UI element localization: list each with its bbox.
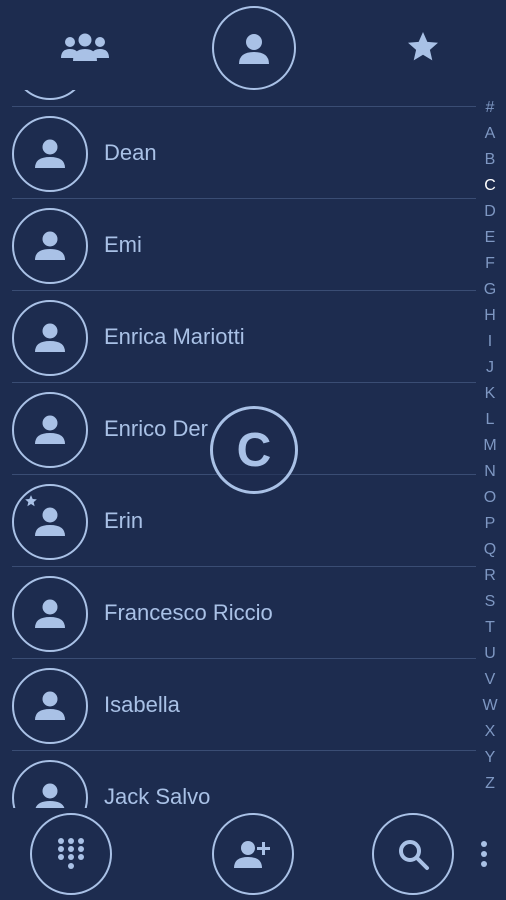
alphabet-index-letter[interactable]: H (480, 306, 500, 326)
favorite-star-icon (25, 495, 37, 507)
avatar (12, 668, 88, 744)
contact-row[interactable]: Emi (0, 199, 476, 291)
avatar (12, 90, 88, 100)
alphabet-index-letter[interactable]: I (480, 332, 500, 352)
more-vert-icon (481, 841, 487, 867)
alphabet-index-letter[interactable]: Y (480, 748, 500, 768)
contact-name: Erin (104, 508, 144, 533)
avatar (12, 116, 88, 192)
list-item-partial[interactable] (0, 90, 476, 106)
contact-row[interactable]: Dean (0, 107, 476, 199)
person-icon (35, 323, 65, 352)
tab-contacts[interactable] (212, 6, 296, 90)
contact-row[interactable]: Enrica Mariotti (0, 291, 476, 383)
alphabet-index-letter[interactable]: N (480, 462, 500, 482)
person-icon (35, 231, 65, 260)
add-contact-button[interactable] (212, 813, 294, 895)
top-tab-bar (0, 0, 506, 100)
alphabet-index-letter[interactable]: E (480, 228, 500, 248)
alphabet-index-letter[interactable]: S (480, 592, 500, 612)
contact-name: Enrico Der (104, 416, 208, 441)
person-icon (35, 599, 65, 628)
section-letter-bubble: C (210, 406, 298, 494)
alphabet-index-letter[interactable]: J (480, 358, 500, 378)
alphabet-index[interactable]: # A B C D E F G H I J K L M N O P Q R S T U V W X Y Z (480, 98, 500, 802)
alphabet-index-letter[interactable]: V (480, 670, 500, 690)
tab-groups[interactable] (55, 22, 115, 72)
avatar (12, 484, 88, 560)
alphabet-index-letter[interactable]: # (480, 98, 500, 118)
alphabet-index-letter[interactable]: T (480, 618, 500, 638)
star-icon (408, 32, 438, 61)
groups-icon (61, 33, 109, 61)
alphabet-index-letter[interactable]: Z (480, 774, 500, 794)
dialpad-icon (58, 838, 84, 869)
alphabet-index-letter[interactable]: P (480, 514, 500, 534)
search-button[interactable] (372, 813, 454, 895)
alphabet-index-letter[interactable]: M (480, 436, 500, 456)
alphabet-index-letter[interactable]: F (480, 254, 500, 274)
person-icon (35, 691, 65, 720)
avatar (12, 760, 88, 808)
avatar (12, 392, 88, 468)
alphabet-index-letter[interactable]: G (480, 280, 500, 300)
alphabet-index-letter[interactable]: D (480, 202, 500, 222)
contact-name: Dean (104, 140, 157, 165)
add-person-icon (234, 841, 270, 868)
alphabet-index-letter[interactable]: U (480, 644, 500, 664)
avatar (12, 300, 88, 376)
alphabet-index-letter[interactable]: B (480, 150, 500, 170)
dialpad-button[interactable] (30, 813, 112, 895)
contact-name: Jack Salvo (104, 784, 211, 808)
contact-row[interactable]: Jack Salvo (0, 751, 476, 808)
overflow-menu-button[interactable] (470, 834, 498, 874)
avatar (12, 208, 88, 284)
person-icon (239, 34, 269, 64)
alphabet-index-letter[interactable]: A (480, 124, 500, 144)
contact-row[interactable]: Isabella (0, 659, 476, 751)
search-icon (399, 840, 429, 870)
tab-favorites[interactable] (395, 20, 451, 74)
contact-name: Francesco Riccio (104, 600, 273, 625)
alphabet-index-letter[interactable]: L (480, 410, 500, 430)
avatar (12, 576, 88, 652)
contact-name: Isabella (104, 692, 180, 717)
alphabet-index-letter[interactable]: O (480, 488, 500, 508)
contact-row[interactable]: Francesco Riccio (0, 567, 476, 659)
alphabet-index-letter[interactable]: W (480, 696, 500, 716)
alphabet-index-letter[interactable]: C (480, 176, 500, 196)
contact-name: Emi (104, 232, 142, 257)
person-icon (35, 783, 65, 808)
alphabet-index-letter[interactable]: X (480, 722, 500, 742)
contact-name: Enrica Mariotti (104, 324, 245, 349)
alphabet-index-letter[interactable]: K (480, 384, 500, 404)
person-icon (35, 139, 65, 168)
alphabet-index-letter[interactable]: R (480, 566, 500, 586)
alphabet-index-letter[interactable]: Q (480, 540, 500, 560)
person-icon (35, 507, 65, 536)
person-icon (35, 415, 65, 444)
